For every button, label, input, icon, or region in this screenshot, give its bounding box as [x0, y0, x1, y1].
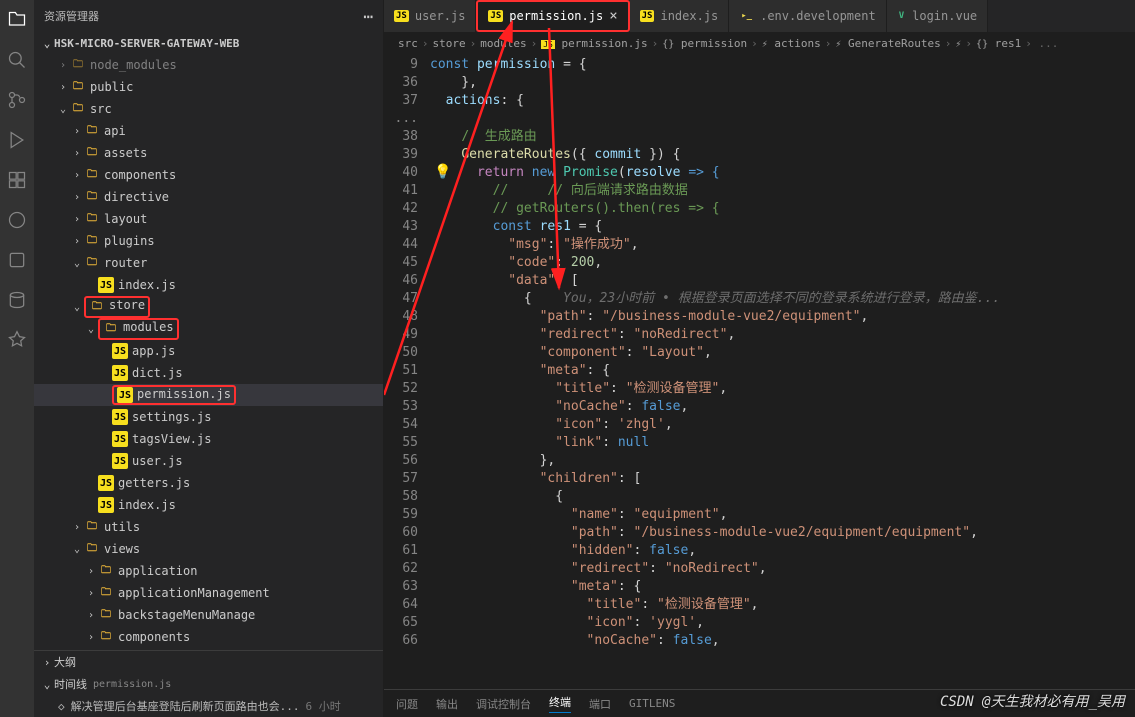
- breadcrumb-item[interactable]: ⚡ GenerateRoutes: [835, 37, 940, 50]
- tree-file[interactable]: JSuser.js: [34, 450, 383, 472]
- code-area[interactable]: const permission = { }, actions: { // 生成…: [430, 54, 1135, 689]
- tree-folder[interactable]: ›🗀node_modules: [34, 54, 383, 76]
- breadcrumb-item[interactable]: {} permission: [662, 37, 747, 50]
- editor-tab[interactable]: JSpermission.js×: [476, 0, 629, 32]
- tree-file[interactable]: JStagsView.js: [34, 428, 383, 450]
- timeline-label: 解决管理后台基座登陆后刷新页面路由也会...: [71, 698, 300, 714]
- breadcrumb-item[interactable]: src: [398, 37, 418, 50]
- test-icon[interactable]: [5, 248, 29, 272]
- tree-folder[interactable]: ›🗀components: [34, 626, 383, 648]
- outline-section[interactable]: ›大纲: [34, 651, 383, 673]
- terminal-tab[interactable]: 问题: [396, 696, 418, 712]
- activity-bar: [0, 0, 34, 717]
- tree-folder[interactable]: ⌄🗀src: [34, 98, 383, 120]
- breadcrumb-item[interactable]: store: [433, 37, 466, 50]
- explorer-icon[interactable]: [5, 8, 29, 32]
- root-label: HSK-MICRO-SERVER-GATEWAY-WEB: [54, 37, 239, 50]
- extensions-icon[interactable]: [5, 168, 29, 192]
- close-icon: ×: [609, 8, 617, 24]
- tree-folder[interactable]: ›🗀public: [34, 76, 383, 98]
- editor-tab[interactable]: Vlogin.vue: [887, 0, 988, 32]
- plugin-icon[interactable]: [5, 328, 29, 352]
- editor-tab[interactable]: ▸_.env.development: [729, 0, 886, 32]
- folder-root[interactable]: ⌄ HSK-MICRO-SERVER-GATEWAY-WEB: [34, 32, 383, 54]
- editor-tabs: JSuser.jsJSpermission.js×JSindex.js▸_.en…: [384, 0, 1135, 32]
- tree-folder[interactable]: ›🗀utils: [34, 516, 383, 538]
- db-icon[interactable]: [5, 288, 29, 312]
- tree-folder[interactable]: ⌄🗀modules: [34, 318, 383, 340]
- terminal-tab[interactable]: 调试控制台: [476, 696, 531, 712]
- tree-folder[interactable]: ⌄🗀store: [34, 296, 383, 318]
- tree-file[interactable]: JSindex.js: [34, 494, 383, 516]
- tree-folder[interactable]: ›🗀layout: [34, 208, 383, 230]
- tree-file[interactable]: JSapp.js: [34, 340, 383, 362]
- sidebar-bottom: ›大纲 ⌄时间线permission.js ◇ 解决管理后台基座登陆后刷新页面路…: [34, 650, 383, 717]
- terminal-tab[interactable]: 端口: [589, 696, 611, 712]
- tree-folder[interactable]: ⌄🗀views: [34, 538, 383, 560]
- timeline-section[interactable]: ⌄时间线permission.js: [34, 673, 383, 695]
- terminal-tabs: 问题 输出 调试控制台 终端 端口 GITLENS: [384, 689, 1135, 717]
- file-tree: ›🗀node_modules›🗀public⌄🗀src›🗀api›🗀assets…: [34, 54, 383, 650]
- scm-icon[interactable]: [5, 88, 29, 112]
- tree-folder[interactable]: ›🗀plugins: [34, 230, 383, 252]
- remote-icon[interactable]: [5, 208, 29, 232]
- editor[interactable]: 93637...38394041424344454647484950515253…: [384, 54, 1135, 689]
- tree-folder[interactable]: ⌄🗀router: [34, 252, 383, 274]
- timeline-time: 6 小时: [306, 698, 341, 714]
- search-icon[interactable]: [5, 48, 29, 72]
- editor-tab[interactable]: JSuser.js: [384, 0, 476, 32]
- tree-folder[interactable]: ›🗀application: [34, 560, 383, 582]
- tree-folder[interactable]: ›🗀assets: [34, 142, 383, 164]
- breadcrumb-item[interactable]: {} res1: [976, 37, 1021, 50]
- tree-folder[interactable]: ›🗀backstageMenuManage: [34, 604, 383, 626]
- tree-file[interactable]: JSindex.js: [34, 274, 383, 296]
- commit-icon: ◇: [58, 700, 65, 713]
- tree-folder[interactable]: ›🗀components: [34, 164, 383, 186]
- breadcrumb-item[interactable]: modules: [480, 37, 526, 50]
- sidebar-title: 资源管理器: [44, 8, 363, 24]
- chevron-down-icon: ⌄: [40, 37, 54, 50]
- breadcrumb-item[interactable]: JS permission.js: [541, 37, 647, 50]
- editor-tab[interactable]: JSindex.js: [630, 0, 730, 32]
- sidebar-more-icon[interactable]: ⋯: [363, 7, 373, 26]
- tree-file[interactable]: JSpermission.js: [34, 384, 383, 406]
- breadcrumb-item[interactable]: ⚡ actions: [762, 37, 821, 50]
- tree-file[interactable]: JSsettings.js: [34, 406, 383, 428]
- tree-folder[interactable]: ›🗀applicationManagement: [34, 582, 383, 604]
- terminal-tab[interactable]: GITLENS: [629, 697, 675, 710]
- tree-folder[interactable]: ›🗀api: [34, 120, 383, 142]
- timeline-item[interactable]: ◇ 解决管理后台基座登陆后刷新页面路由也会... 6 小时: [34, 695, 383, 717]
- breadcrumb-item[interactable]: ⚡: [955, 37, 961, 50]
- breadcrumbs[interactable]: src›store›modules›JS permission.js›{} pe…: [384, 32, 1135, 54]
- terminal-tab[interactable]: 终端: [549, 694, 571, 713]
- debug-icon[interactable]: [5, 128, 29, 152]
- tree-file[interactable]: JSdict.js: [34, 362, 383, 384]
- sidebar-header: 资源管理器 ⋯: [34, 0, 383, 32]
- terminal-tab[interactable]: 输出: [436, 696, 458, 712]
- sidebar: 资源管理器 ⋯ ⌄ HSK-MICRO-SERVER-GATEWAY-WEB ›…: [34, 0, 384, 717]
- editor-main: JSuser.jsJSpermission.js×JSindex.js▸_.en…: [384, 0, 1135, 717]
- tree-folder[interactable]: ›🗀directive: [34, 186, 383, 208]
- tree-file[interactable]: JSgetters.js: [34, 472, 383, 494]
- line-gutter: 93637...38394041424344454647484950515253…: [384, 54, 430, 689]
